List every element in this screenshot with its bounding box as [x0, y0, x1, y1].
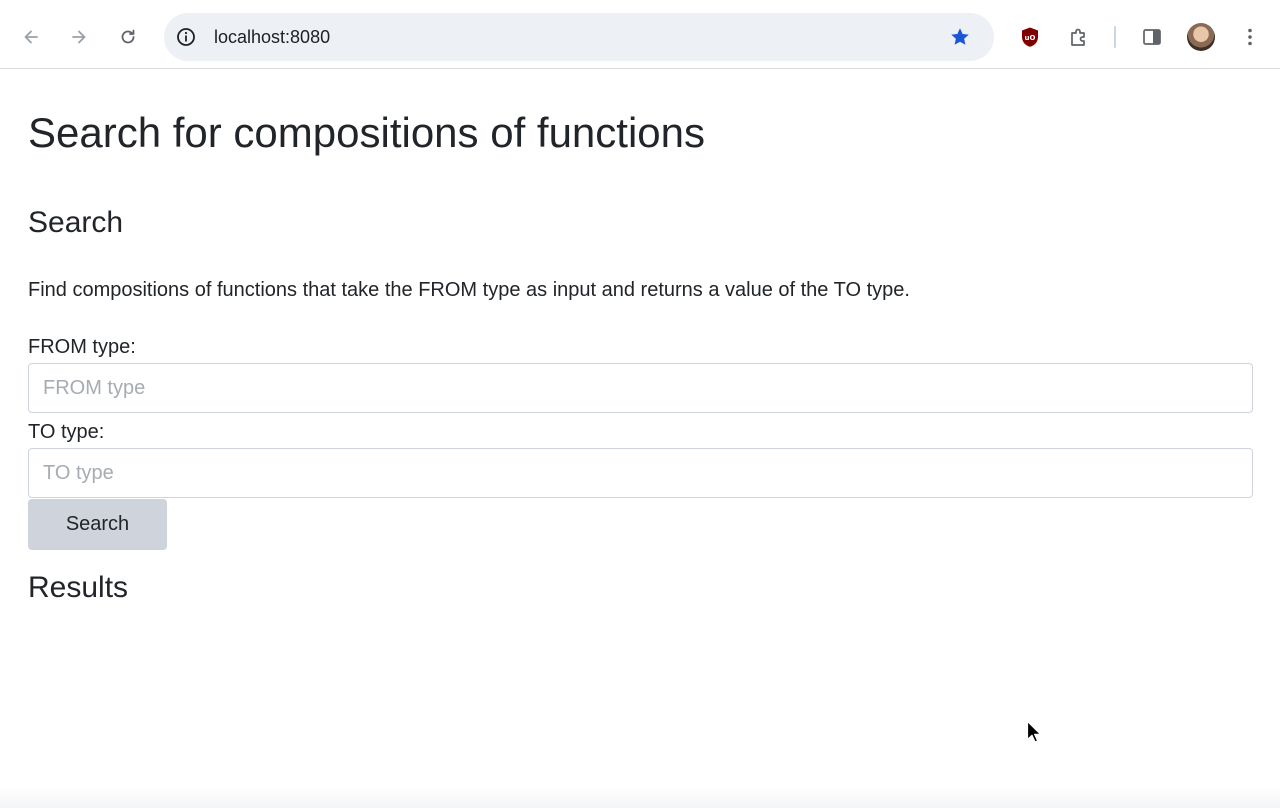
kebab-menu-icon — [1248, 28, 1252, 46]
search-button[interactable]: Search — [28, 499, 167, 550]
info-icon[interactable] — [176, 27, 196, 47]
to-type-label: TO type: — [28, 421, 105, 443]
arrow-right-icon — [72, 30, 86, 44]
back-button[interactable] — [16, 22, 46, 52]
ublock-extension-button[interactable]: uO — [1018, 25, 1042, 49]
svg-text:uO: uO — [1025, 34, 1036, 42]
puzzle-piece-icon — [1071, 28, 1085, 46]
browser-menu-button[interactable] — [1238, 25, 1262, 49]
address-bar[interactable]: localhost:8080 — [164, 13, 994, 61]
from-type-label: FROM type: — [28, 336, 136, 358]
results-heading: Results — [28, 571, 129, 604]
profile-avatar[interactable] — [1187, 23, 1215, 51]
search-description: Find compositions of functions that take… — [28, 279, 910, 301]
mouse-cursor-icon — [1026, 720, 1042, 743]
to-type-input[interactable] — [28, 448, 1253, 498]
side-panel-icon — [1143, 29, 1161, 45]
forward-button[interactable] — [64, 22, 94, 52]
window-bottom-edge — [0, 786, 1280, 808]
side-panel-button[interactable] — [1140, 25, 1164, 49]
ublock-origin-icon: uO — [1022, 27, 1038, 47]
search-heading: Search — [28, 206, 124, 239]
from-type-input[interactable] — [28, 363, 1253, 413]
reload-icon — [121, 29, 135, 44]
toolbar-divider — [1114, 26, 1116, 48]
reload-button[interactable] — [113, 22, 143, 52]
url-text[interactable]: localhost:8080 — [214, 27, 330, 47]
browser-toolbar: localhost:8080 uO — [0, 0, 1280, 69]
arrow-left-icon — [24, 30, 38, 44]
page-title: Search for compositions of functions — [28, 109, 706, 156]
star-icon[interactable] — [949, 26, 971, 48]
extensions-button[interactable] — [1067, 25, 1091, 49]
